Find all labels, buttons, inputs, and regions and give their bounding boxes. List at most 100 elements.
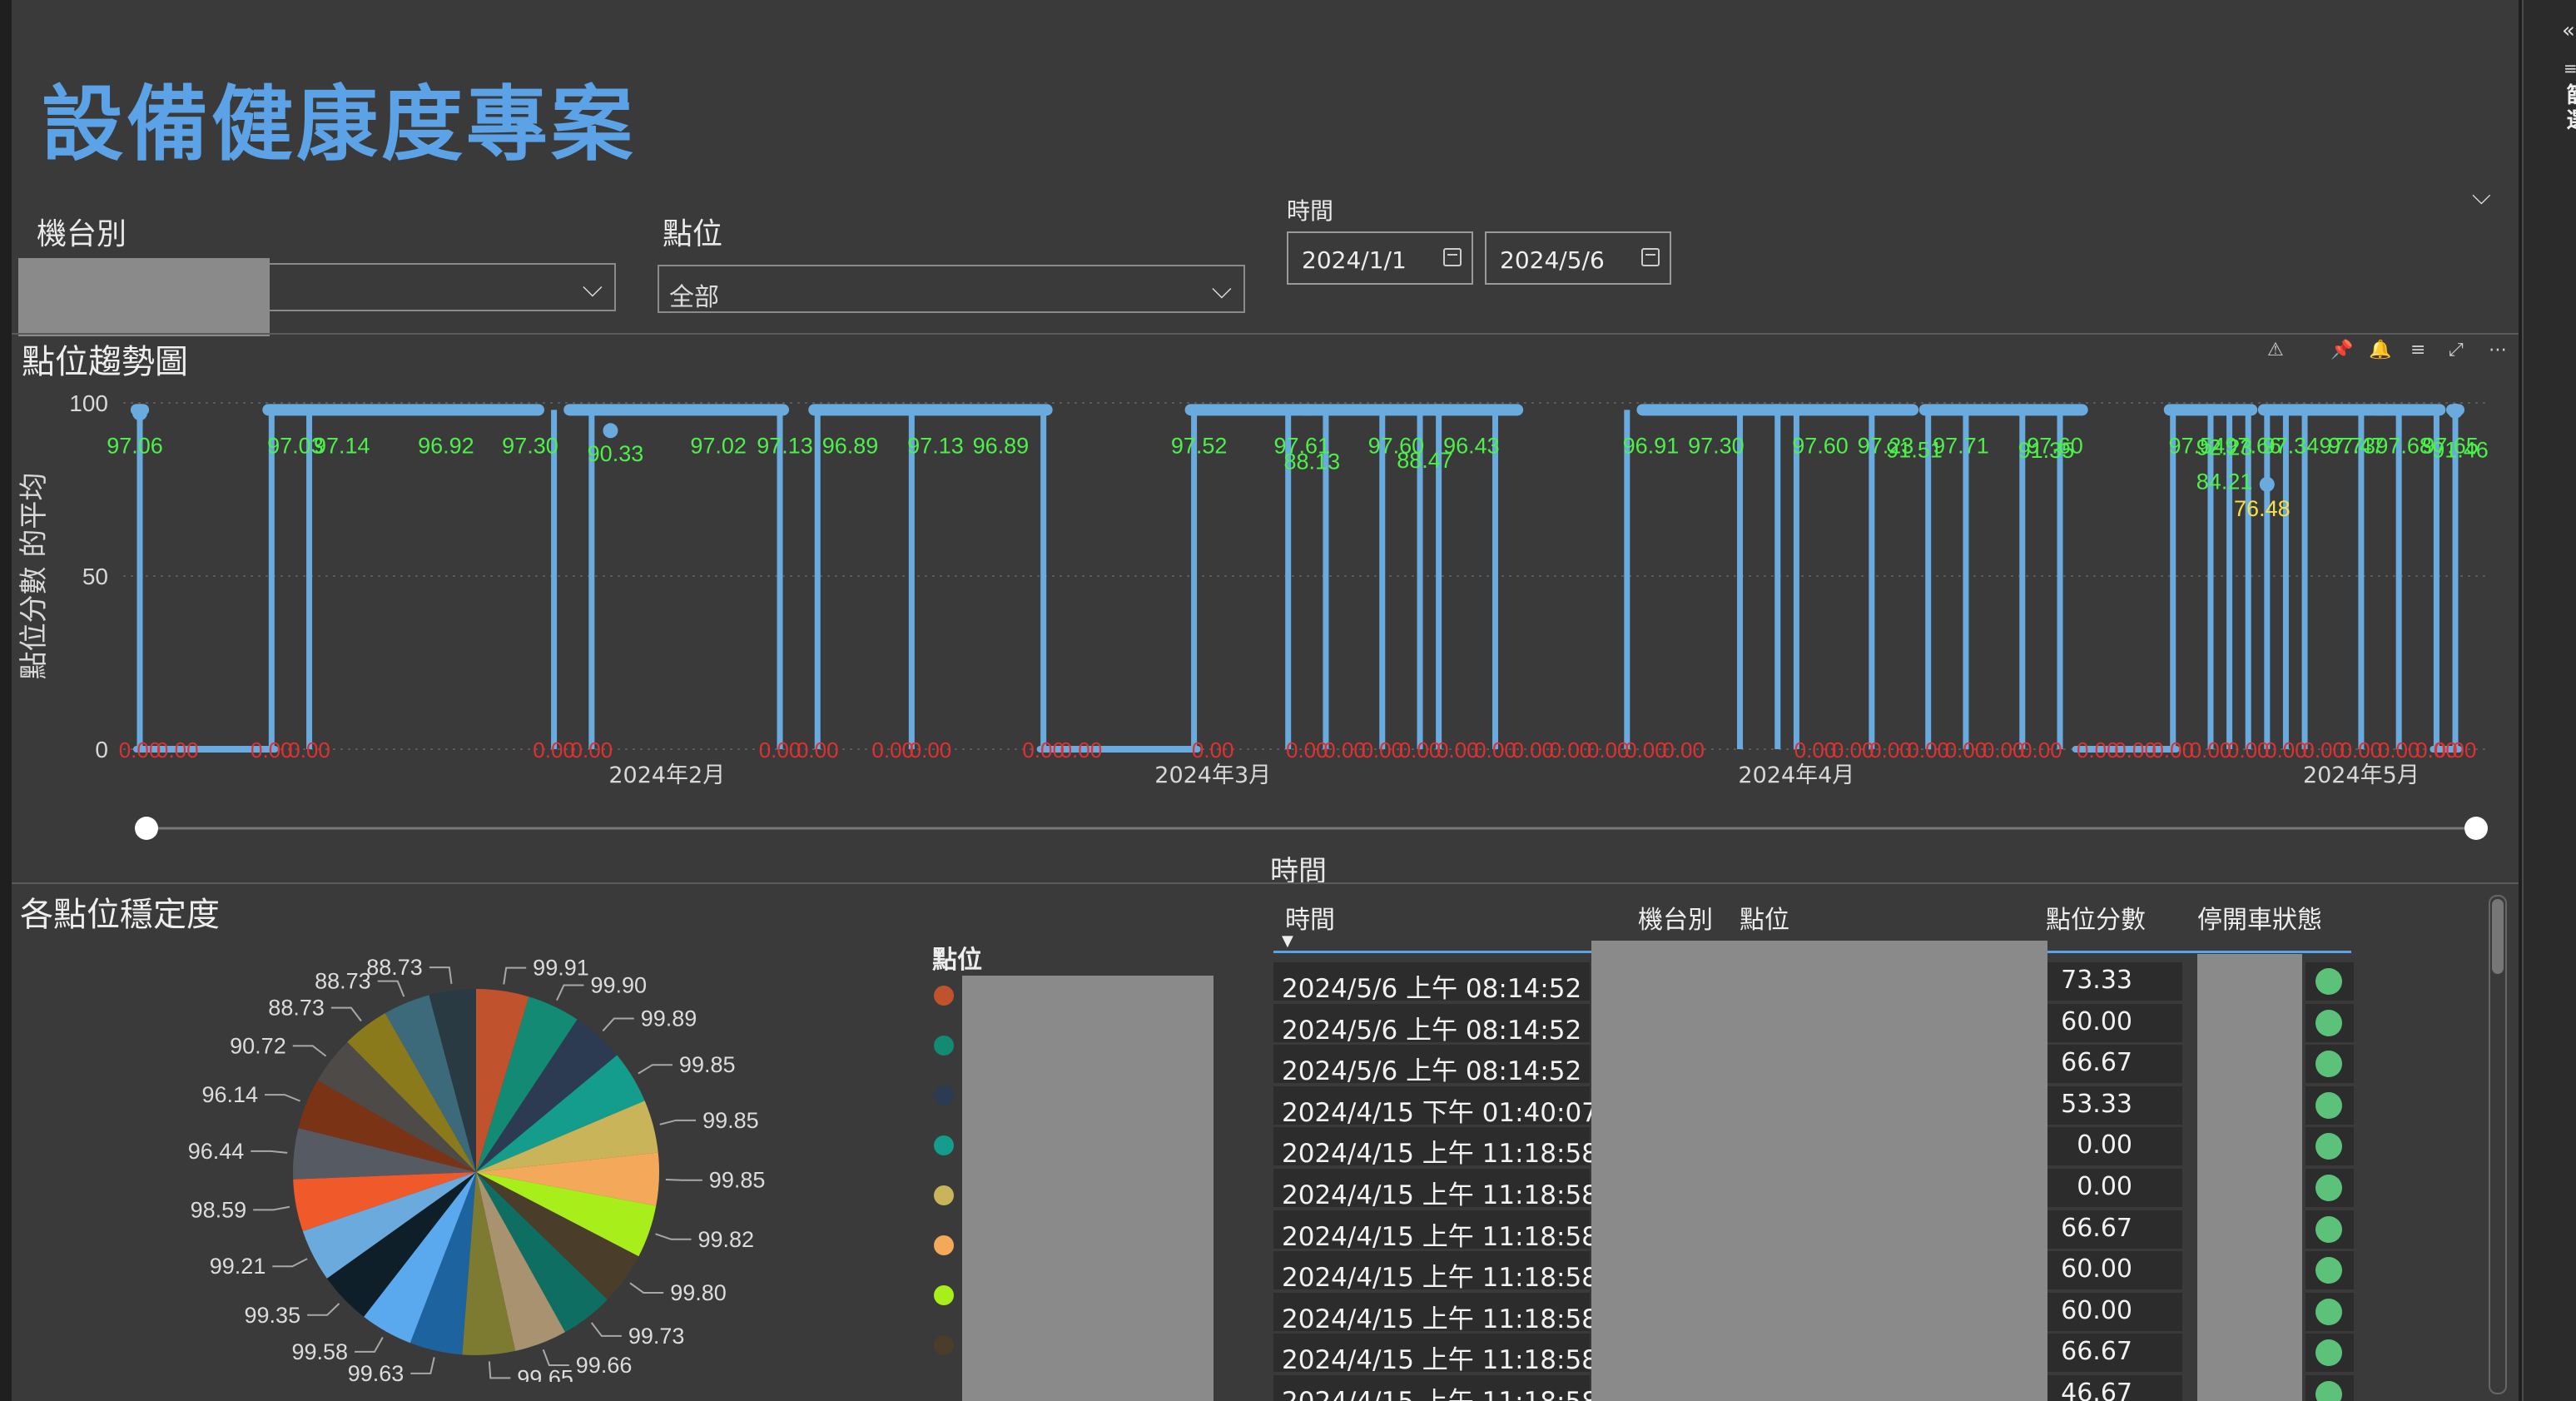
zoom-slider-start-handle[interactable] <box>135 817 158 840</box>
pie-data-label: 88.73 <box>366 955 423 980</box>
zero-data-label: 0.00 <box>1832 738 1874 763</box>
legend-swatch[interactable] <box>934 1185 954 1205</box>
legend-swatch[interactable] <box>934 1335 954 1355</box>
table-row-score[interactable]: 53.33 <box>2047 1086 2182 1125</box>
pie-data-label: 99.89 <box>641 1006 697 1031</box>
table-row-time[interactable]: 2024/4/15 上午 11:18:58 <box>1273 1169 1598 1210</box>
pie-data-label: 99.85 <box>679 1052 736 1077</box>
legend-swatch[interactable] <box>934 1285 954 1305</box>
data-label: 97.13 <box>757 433 813 458</box>
zero-data-label: 0.00 <box>288 738 330 763</box>
zero-data-label: 0.00 <box>2302 738 2345 763</box>
status-running-icon <box>2315 1092 2342 1119</box>
data-label: 97.60 <box>1792 433 1849 458</box>
calendar-icon[interactable] <box>1443 248 1462 266</box>
legend-swatch[interactable] <box>934 986 954 1006</box>
pie-data-label: 96.14 <box>201 1082 258 1107</box>
trend-line-chart[interactable]: 0 50 100 點位分數 的平均 2024年2月 2024年3月 2024年4月 2024年… <box>17 366 2514 891</box>
table-row-score[interactable]: 46.67 <box>2047 1375 2182 1401</box>
legend-swatch[interactable] <box>934 1235 954 1255</box>
legend-swatch[interactable] <box>934 1135 954 1155</box>
y-tick-label: 100 <box>69 390 108 416</box>
table-row-time[interactable]: 2024/4/15 上午 11:18:58 <box>1273 1127 1598 1169</box>
leader-line <box>355 1337 384 1353</box>
pin-icon[interactable]: 📌 <box>2330 340 2353 360</box>
focus-mode-icon[interactable]: ⤢ <box>2449 340 2464 360</box>
leader-line <box>602 1017 634 1032</box>
table-row-score[interactable]: 60.00 <box>2047 1251 2182 1289</box>
zoom-slider-end-handle[interactable] <box>2464 817 2488 840</box>
warning-icon[interactable]: ⚠ <box>2267 340 2284 360</box>
table-row-time[interactable]: 2024/4/15 下午 01:40:07 <box>1273 1086 1598 1128</box>
point-slicer-dropdown[interactable]: 全部 ⌵ <box>658 265 1245 313</box>
legend-swatch[interactable] <box>934 1036 954 1056</box>
table-row-score[interactable]: 66.67 <box>2047 1334 2182 1372</box>
zero-data-label: 0.00 <box>1983 738 2025 763</box>
zero-data-label: 0.00 <box>2378 738 2420 763</box>
column-header-time[interactable]: 時間 <box>1285 899 1335 936</box>
filters-pane[interactable]: « ≡ 篩選 <box>2522 0 2576 1401</box>
table-row-score[interactable]: 66.67 <box>2047 1045 2182 1083</box>
zero-data-label: 0.00 <box>2114 738 2157 763</box>
more-options-icon[interactable]: ⋯ <box>2489 340 2507 360</box>
zero-data-label: 0.00 <box>2077 738 2119 763</box>
table-row-score[interactable]: 66.67 <box>2047 1210 2182 1249</box>
column-header-score[interactable]: 點位分數 <box>2046 899 2146 936</box>
stability-chart-title: 各點位穩定度 <box>20 896 220 934</box>
data-label: 88.13 <box>1284 449 1341 474</box>
leader-line <box>659 1119 697 1125</box>
filter-icon[interactable]: ≡ <box>2410 340 2425 360</box>
data-label: 97.06 <box>107 433 163 458</box>
chevron-down-icon: ⌵ <box>582 271 603 303</box>
redacted-block <box>18 258 270 336</box>
leader-line <box>556 984 584 1001</box>
table-scroll-thumb[interactable] <box>2492 899 2504 974</box>
chevron-down-icon[interactable]: ⌵ <box>2472 181 2491 211</box>
redacted-status-block <box>2197 954 2302 1401</box>
table-row-score[interactable]: 73.33 <box>2047 962 2182 1001</box>
table-row-score[interactable]: 60.00 <box>2047 1293 2182 1331</box>
zero-data-label: 0.00 <box>2340 738 2383 763</box>
table-row-time[interactable]: 2024/4/15 上午 11:18:58 <box>1273 1293 1598 1334</box>
legend-title: 點位 <box>932 946 982 975</box>
zero-data-label: 0.00 <box>571 738 613 763</box>
end-date-input[interactable]: 2024/5/6 <box>1485 231 1671 285</box>
zero-data-label: 0.00 <box>1550 738 1592 763</box>
table-row-time[interactable]: 2024/4/15 上午 11:18:58 <box>1273 1210 1598 1252</box>
table-row-time[interactable]: 2024/4/15 上午 11:18:58 <box>1273 1375 1598 1401</box>
table-row-time[interactable]: 2024/5/6 上午 08:14:52 <box>1273 1045 1590 1086</box>
zero-data-label: 0.00 <box>1474 738 1516 763</box>
collapse-pane-icon[interactable]: « <box>2562 18 2575 43</box>
stability-pie-chart[interactable]: 99.9199.90 99.89 99.85 99.85 99.85 99.82 99.80… <box>125 941 807 1382</box>
data-label: 97.60 <box>2027 433 2083 458</box>
table-row-time[interactable]: 2024/5/6 上午 08:14:52 <box>1273 962 1590 1004</box>
table-row-time[interactable]: 2024/4/15 上午 11:18:58 <box>1273 1334 1598 1375</box>
table-row-score[interactable]: 0.00 <box>2047 1127 2182 1165</box>
data-label: 97.14 <box>314 433 370 458</box>
table-row-time[interactable]: 2024/4/15 上午 11:18:58 <box>1273 1251 1598 1293</box>
column-header-point[interactable]: 點位 <box>1740 899 1789 936</box>
data-label: 97.52 <box>1171 433 1228 458</box>
legend-swatch[interactable] <box>934 1086 954 1105</box>
leader-line <box>253 1205 290 1211</box>
table-row-score[interactable]: 60.00 <box>2047 1004 2182 1042</box>
status-running-icon <box>2315 1133 2342 1160</box>
column-header-status[interactable]: 停開車狀態 <box>2197 899 2322 936</box>
pie-data-label: 90.72 <box>230 1033 286 1058</box>
filters-pane-label[interactable]: 篩選 <box>2560 83 2576 133</box>
zero-data-label: 0.00 <box>1437 738 1479 763</box>
table-row-time[interactable]: 2024/5/6 上午 08:14:52 <box>1273 1004 1590 1046</box>
bell-icon[interactable]: 🔔 <box>2369 340 2391 360</box>
leader-line <box>638 1064 673 1075</box>
column-header-machine[interactable]: 機台別 <box>1638 899 1713 936</box>
leader-line <box>265 1094 300 1102</box>
pie-data-label: 99.90 <box>590 973 647 998</box>
sort-descending-icon[interactable]: ▼ <box>1282 932 1293 950</box>
table-row-score[interactable]: 0.00 <box>2047 1169 2182 1207</box>
redacted-legend-block <box>962 976 1214 1401</box>
calendar-icon[interactable] <box>1641 248 1660 266</box>
start-date-input[interactable]: 2024/1/1 <box>1287 231 1473 285</box>
pie-data-label: 88.73 <box>268 996 325 1021</box>
status-running-icon <box>2315 1339 2342 1366</box>
start-date-value: 2024/1/1 <box>1302 246 1407 274</box>
